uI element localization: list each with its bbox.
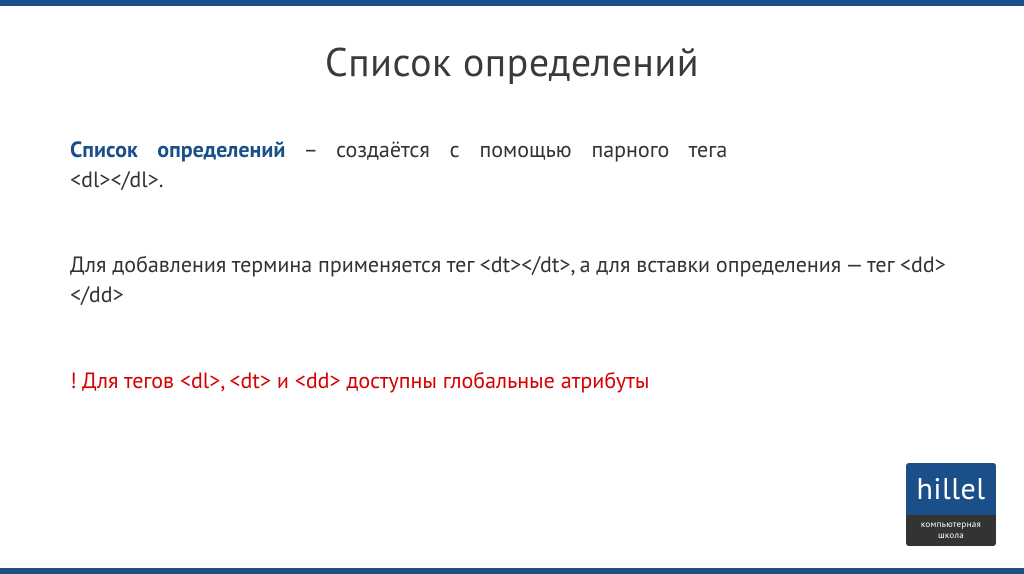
logo-tagline-2: школа — [938, 530, 964, 541]
paragraph-3: ! Для тегов <dl>, <dt> и <dd> доступны г… — [70, 367, 954, 397]
logo: hillel компьютерная школа — [906, 463, 996, 546]
paragraph-2: Для добавления термина применяется тег <… — [70, 251, 954, 310]
para1-rest1: – создаётся с помощью парного тега — [285, 136, 727, 164]
logo-text: hillel — [917, 469, 986, 508]
term-highlight: Список определений — [70, 136, 285, 164]
paragraph-1: Список определений – создаётся с помощью… — [70, 136, 954, 195]
logo-tagline-1: компьютерная — [921, 519, 981, 530]
slide: Список определений Список определений – … — [0, 0, 1024, 574]
para1-line2: <dl></dl>. — [70, 166, 163, 194]
slide-title: Список определений — [70, 36, 954, 88]
logo-tagline: компьютерная школа — [906, 515, 996, 546]
logo-name: hillel — [906, 463, 996, 515]
